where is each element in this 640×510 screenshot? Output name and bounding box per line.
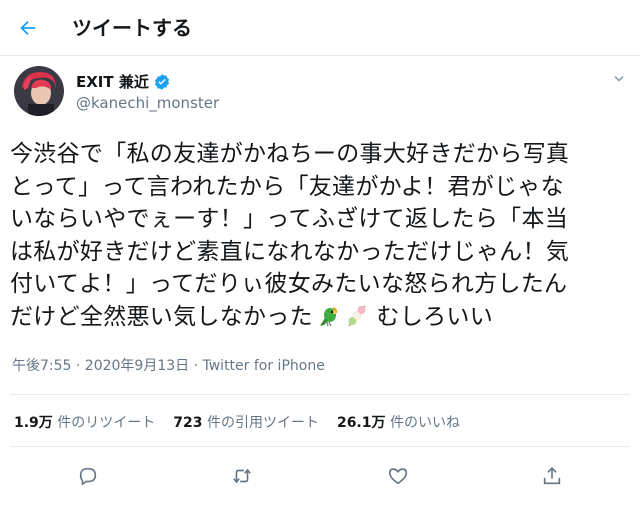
like-button[interactable] [384,462,412,490]
tweet-author: EXIT 兼近 @kanechi_monster [0,66,640,124]
retweet-icon [233,468,251,484]
divider [10,446,630,447]
tweet-actions [0,458,640,494]
divider [10,394,630,395]
heart-icon [388,468,408,485]
retweet-button[interactable] [228,462,256,490]
share-button[interactable] [538,462,566,490]
tweet-body: 今渋谷で「私の友達がかねちーの事大好きだから写真 とって」って言われたから「友達… [10,138,635,337]
retweets-label: 件のリツイート [57,415,156,431]
retweets-count: 1.9万 [14,415,53,431]
quotes-stat[interactable]: 723 件の引用ツイート [173,412,319,432]
arrow-left-icon [20,20,36,36]
share-icon [543,467,561,485]
avatar[interactable] [14,66,64,116]
chevron-down-icon[interactable] [610,70,628,88]
likes-label: 件のいいね [389,415,460,431]
likes-count: 26.1万 [336,415,386,431]
tweet-stats: 1.9万 件のリツイート 723 件の引用ツイート 26.1万 件のいいね [14,410,478,434]
page-title: ツイートする [72,16,192,40]
dango-emoji [345,304,369,338]
tweet-text: 今渋谷で「私の友達がかねちーの事大好きだから写真 とって」って言われたから「友達… [10,141,570,330]
verified-badge-icon [154,73,169,90]
quotes-label: 件の引用ツイート [206,415,319,431]
tweet-timestamp[interactable]: 午後7:55 · 2020年9月13日 · Twitter for iPhone [12,356,325,376]
likes-stat[interactable]: 26.1万 件のいいね [337,412,460,432]
retweets-stat[interactable]: 1.9万 件のリツイート [14,412,155,432]
author-name[interactable]: EXIT 兼近 [76,71,149,92]
top-bar: ツイートする [0,0,640,56]
quotes-count: 723 [173,415,203,431]
reply-button[interactable] [74,462,102,490]
author-handle[interactable]: @kanechi_monster [76,94,219,112]
reply-icon [79,467,97,486]
tweet-text-tail: むしろいい [368,303,494,330]
author-name-row: EXIT 兼近 [76,71,171,92]
back-button[interactable] [14,14,42,42]
parrot-emoji [317,304,341,338]
